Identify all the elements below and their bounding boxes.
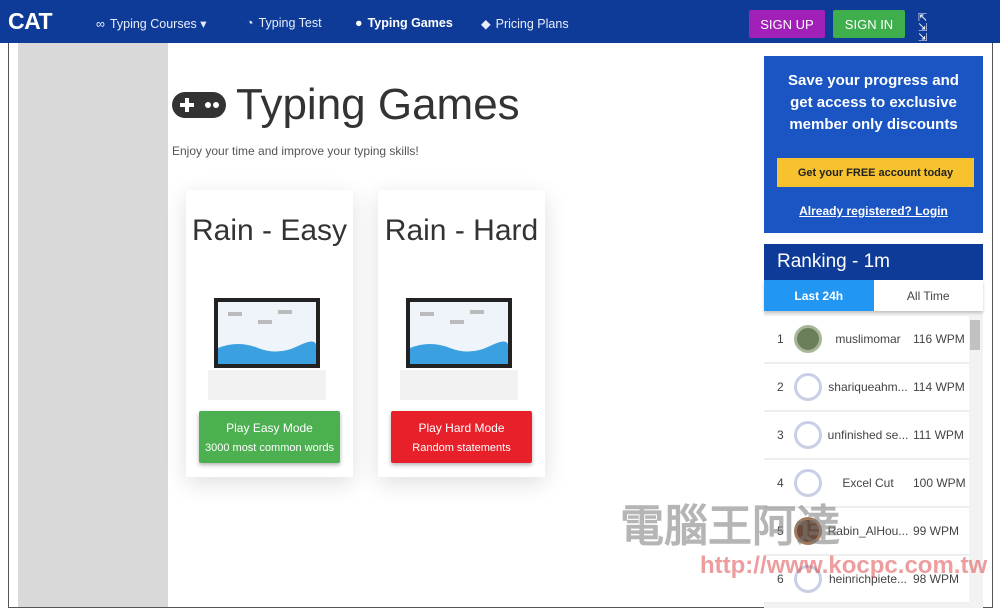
wpm: 111 WPM [913, 428, 964, 442]
button-desc: 3000 most common words [205, 441, 334, 454]
avatar [794, 373, 822, 401]
rank-number: 2 [777, 380, 784, 394]
ranking-row[interactable]: 3 unfinished se... 111 WPM [764, 412, 969, 460]
promo-box: Save your progress and get access to exc… [764, 56, 983, 233]
game-screenshot [400, 298, 518, 400]
wpm: 99 WPM [913, 524, 960, 538]
fullscreen-icon[interactable]: ⇱ ⇲ ⇲ ⇱ [918, 13, 938, 54]
navbar: CAT ∞ Typing Courses ▾ ◔ Typing Test ● Typi… [0, 0, 1000, 54]
tag-icon: ◆ [481, 17, 491, 31]
play-hard-button[interactable]: Play Hard Mode Random statements [391, 411, 532, 463]
page-title: Typing Games [172, 80, 520, 130]
rank-number: 5 [777, 524, 784, 538]
play-easy-button[interactable]: Play Easy Mode 3000 most common words [199, 411, 340, 463]
nav-label: Typing Courses ▾ [109, 17, 207, 31]
nav-label: Pricing Plans [495, 16, 569, 31]
game-card-easy: Rain - Easy Play Easy Mode 3000 most comm… [186, 190, 353, 477]
tab-all-time[interactable]: All Time [873, 280, 983, 311]
scrollbar[interactable] [970, 320, 980, 350]
title-text: Typing Games [236, 80, 520, 129]
avatar [794, 517, 822, 545]
game-title: Rain - Hard [384, 214, 539, 247]
promo-text: Save your progress and get access to exc… [788, 72, 959, 133]
nav-typing-test[interactable]: ◔ Typing Test [246, 16, 322, 30]
nav-label: Typing Games [367, 16, 453, 30]
rank-number: 4 [777, 476, 784, 490]
free-account-button[interactable]: Get your FREE account today [777, 158, 974, 187]
rank-number: 3 [777, 428, 784, 442]
button-desc: Random statements [412, 441, 511, 454]
username: unfinished se... [827, 428, 909, 442]
glasses-icon: ∞ [96, 16, 105, 31]
avatar [794, 325, 822, 353]
game-card-hard: Rain - Hard Play Hard Mode Random stateme… [378, 190, 545, 477]
ranking-row[interactable]: 4 Excel Cut 100 WPM [764, 460, 969, 508]
logo[interactable]: CAT [8, 8, 53, 35]
sign-in-button[interactable]: SIGN IN [833, 10, 905, 38]
ranking-row[interactable]: 1 muslimomar 116 WPM [764, 316, 969, 364]
rank-number: 1 [777, 332, 784, 346]
page-subtitle: Enjoy your time and improve your typing … [172, 144, 419, 158]
dashboard-icon: ◔ [246, 16, 254, 30]
nav-typing-games[interactable]: ● Typing Games [355, 16, 453, 30]
username: muslimomar [835, 332, 901, 346]
game-title: Rain - Easy [191, 214, 348, 247]
username: Excel Cut [842, 476, 894, 490]
avatar [794, 469, 822, 497]
gamepad-icon: ● [355, 16, 363, 30]
ranking-row[interactable]: 2 shariqueahm... 114 WPM [764, 364, 969, 412]
wpm: 100 WPM [913, 476, 966, 490]
nav-pricing-plans[interactable]: ◆ Pricing Plans [481, 16, 569, 32]
sign-up-button[interactable]: SIGN UP [749, 10, 825, 38]
login-link[interactable]: Already registered? Login [764, 204, 983, 218]
button-label: Play Easy Mode [226, 420, 313, 435]
username: Rabin_AlHou... [827, 524, 909, 538]
gamepad-icon [172, 92, 226, 118]
ranking-row[interactable]: 5 Rabin_AlHou... 99 WPM [764, 508, 969, 556]
avatar [794, 421, 822, 449]
ranking-title: Ranking - 1m [764, 244, 983, 280]
nav-typing-courses[interactable]: ∞ Typing Courses ▾ [96, 16, 207, 32]
game-screenshot [208, 298, 326, 400]
button-label: Play Hard Mode [418, 420, 505, 435]
nav-label: Typing Test [258, 16, 322, 30]
wpm: 114 WPM [913, 380, 965, 394]
watermark-url: http://www.kocpc.com.tw [700, 552, 988, 579]
wpm: 116 WPM [913, 332, 965, 346]
username: shariqueahm... [828, 380, 908, 394]
left-column [18, 43, 168, 607]
tab-last-24h[interactable]: Last 24h [764, 280, 874, 311]
